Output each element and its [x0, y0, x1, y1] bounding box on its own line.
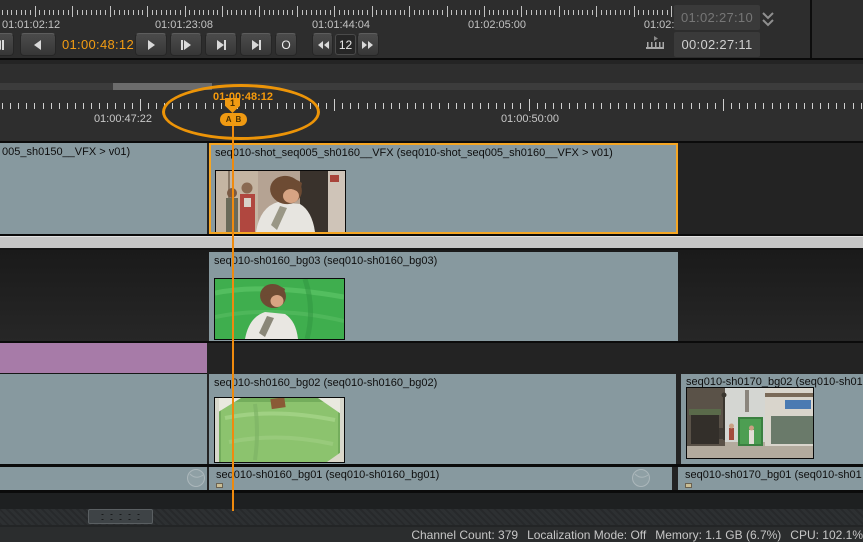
- clip-label: 005_sh0150__VFX > v01): [2, 146, 130, 158]
- step-backwards-button[interactable]: [312, 33, 333, 56]
- purple-clip[interactable]: [0, 343, 207, 374]
- clip-tail[interactable]: [0, 374, 207, 464]
- clip-marker-icon: [216, 483, 223, 488]
- localization-mode-status: Localization Mode: Off: [527, 528, 646, 542]
- clip-sh0160-bg02[interactable]: seq010-sh0160_bg02 (seq010-sh0160_bg02): [209, 374, 676, 464]
- clip-label: seq010-sh0160_bg02 (seq010-sh0160_bg02): [214, 377, 437, 389]
- loop-button[interactable]: O: [275, 33, 297, 56]
- scrollbar-grip: [98, 512, 144, 521]
- bottom-scrollbar-handle[interactable]: [88, 509, 153, 524]
- cpu-status: CPU: 102.1%: [790, 528, 863, 542]
- step-forwards-icon: [361, 39, 375, 51]
- clip-thumbnail-street-greenscreen: [686, 387, 814, 459]
- play-button[interactable]: [135, 33, 167, 56]
- next-edit-icon: [214, 38, 228, 52]
- top-ruler-label: 01:01:02:12: [2, 19, 60, 31]
- clip-sh0170-bg02[interactable]: seq010-sh0170_bg02 (seq010-sh01: [681, 374, 863, 464]
- go-to-end-icon: [249, 38, 263, 52]
- go-to-end-button[interactable]: [240, 33, 272, 56]
- status-bar: Channel Count: 379 Localization Mode: Of…: [0, 527, 863, 542]
- track-v4: 005_sh0150__VFX > v01) seq010-shot_seq00…: [0, 143, 863, 234]
- previous-edit-button[interactable]: [0, 33, 14, 56]
- clip-sh0150-vfx[interactable]: 005_sh0150__VFX > v01): [0, 143, 207, 234]
- ruler-zone-top: [0, 60, 863, 64]
- channel-count-status: Channel Count: 379: [411, 528, 518, 542]
- clip-marker-icon: [685, 483, 692, 488]
- clip-thumbnail-street-boy: [215, 170, 346, 233]
- top-ruler-label: 01:01:44:04: [297, 19, 385, 31]
- play-from-in-icon: [179, 38, 193, 52]
- timeline-window: 01:01:02:12 01:01:23:08 01:01:44:04 01:0…: [0, 0, 863, 542]
- annotation-ellipse: [162, 84, 320, 140]
- clip-sh0160-vfx-selected[interactable]: seq010-shot_seq005_sh0160__VFX (seq010-s…: [209, 143, 678, 234]
- previous-edit-icon: [0, 38, 5, 52]
- timeline-ruler-ticks[interactable]: [0, 99, 863, 112]
- step-frames-field[interactable]: 12: [335, 34, 356, 55]
- top-ruler-ticks[interactable]: [0, 6, 702, 18]
- clip-label: seq010-sh0160_bg01 (seq010-sh0160_bg01): [216, 469, 439, 481]
- clip-tail[interactable]: [0, 467, 207, 490]
- next-edit-button[interactable]: [205, 33, 237, 56]
- play-backwards-button[interactable]: [20, 33, 56, 56]
- timeline-position-icon: [645, 35, 665, 56]
- step-backwards-icon: [316, 39, 330, 51]
- playhead-line[interactable]: [232, 113, 234, 511]
- track-v2: seq010-sh0160_bg02 (seq010-sh0160_bg02): [0, 374, 863, 464]
- clip-label: seq010-sh0170_bg01 (seq010-sh01: [685, 469, 862, 481]
- double-chevron-down-icon[interactable]: [761, 11, 775, 34]
- play-backwards-icon: [31, 38, 45, 52]
- toolbar-divider: [810, 0, 812, 58]
- timeline-ruler-label: 01:00:47:22: [80, 113, 166, 125]
- play-icon: [144, 38, 158, 52]
- duration-timecode[interactable]: 00:02:27:11: [674, 32, 760, 57]
- clip-label: seq010-sh0160_bg03 (seq010-sh0160_bg03): [214, 255, 437, 267]
- secondary-timecode[interactable]: 01:02:27:10: [674, 5, 760, 30]
- clip-sh0160-bg03[interactable]: seq010-sh0160_bg03 (seq010-sh0160_bg03): [209, 252, 678, 341]
- timeline-ruler-label: 01:00:50:00: [487, 113, 573, 125]
- track-v1: seq010-sh0160_bg01 (seq010-sh0160_bg01) …: [0, 467, 863, 490]
- top-toolbar: 01:01:02:12 01:01:23:08 01:01:44:04 01:0…: [0, 0, 863, 60]
- clip-label: seq010-shot_seq005_sh0160__VFX (seq010-s…: [215, 147, 613, 159]
- top-ruler-label: 01:02:05:00: [453, 19, 541, 31]
- current-timecode[interactable]: 01:00:48:12: [62, 33, 134, 56]
- step-forwards-button[interactable]: [357, 33, 379, 56]
- track-v3: seq010-sh0160_bg03 (seq010-sh0160_bg03): [0, 250, 863, 341]
- bottom-panel: [0, 493, 863, 509]
- clip-effect-icon: [631, 468, 651, 488]
- clip-effect-icon: [186, 468, 206, 488]
- clip-sh0160-bg01[interactable]: seq010-sh0160_bg01 (seq010-sh0160_bg01): [209, 467, 672, 490]
- track-separator-band[interactable]: [0, 236, 863, 250]
- track-purple: [0, 343, 863, 374]
- memory-status: Memory: 1.1 GB (6.7%): [655, 528, 781, 542]
- play-from-in-button[interactable]: [170, 33, 202, 56]
- top-ruler-label: 01:01:23:08: [140, 19, 228, 31]
- clip-sh0170-bg01[interactable]: seq010-sh0170_bg01 (seq010-sh01: [678, 467, 863, 490]
